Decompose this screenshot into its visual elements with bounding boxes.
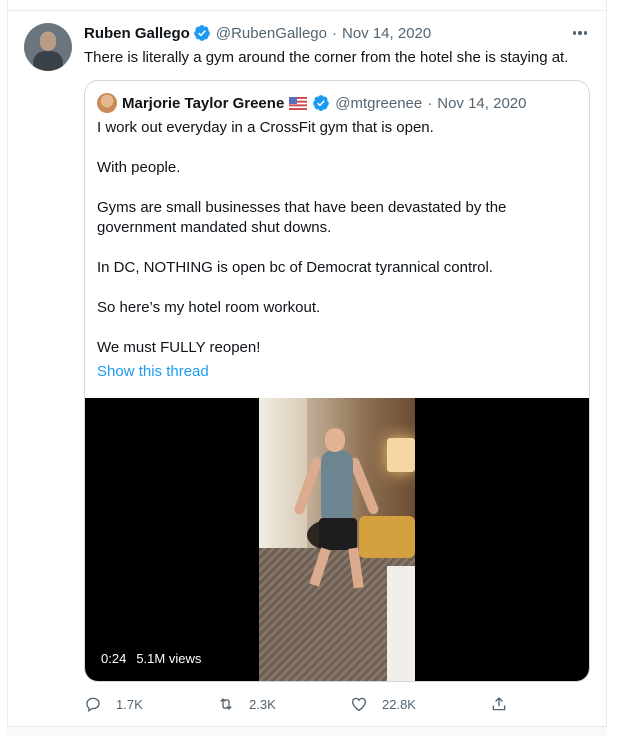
verified-badge-icon bbox=[312, 94, 330, 112]
more-options-icon[interactable] bbox=[570, 24, 590, 42]
video-player[interactable]: 0:24 5.1M views bbox=[85, 398, 589, 681]
top-divider bbox=[7, 10, 607, 11]
quoted-author-name: Marjorie Taylor Greene bbox=[122, 94, 285, 112]
header-separator: · bbox=[331, 24, 337, 42]
tweet-date[interactable]: Nov 14, 2020 bbox=[342, 25, 431, 42]
share-button[interactable] bbox=[490, 694, 508, 714]
tweet-actions: 1.7K 2.3K 22.8K bbox=[84, 694, 514, 714]
video-views: 5.1M views bbox=[136, 651, 202, 666]
quoted-paragraph: So here’s my hotel room workout. bbox=[97, 299, 321, 316]
reply-button[interactable]: 1.7K bbox=[84, 694, 143, 714]
like-count: 22.8K bbox=[382, 696, 416, 712]
quoted-header-separator: · bbox=[427, 94, 433, 112]
author-avatar[interactable] bbox=[24, 23, 72, 71]
quoted-author-handle: @mtgreenee bbox=[335, 94, 423, 112]
quoted-paragraph: Gyms are small businesses that have been… bbox=[97, 199, 507, 236]
quoted-tweet-header: Marjorie Taylor Greene @mtgreenee · Nov … bbox=[97, 93, 527, 113]
video-thumbnail bbox=[259, 398, 415, 681]
show-thread-link[interactable]: Show this thread bbox=[97, 362, 209, 382]
like-heart-icon bbox=[351, 697, 367, 712]
retweet-icon bbox=[220, 698, 232, 710]
us-flag-icon bbox=[289, 96, 308, 110]
reply-icon bbox=[86, 697, 100, 713]
video-meta: 0:24 5.1M views bbox=[101, 651, 201, 666]
video-duration: 0:24 bbox=[101, 651, 127, 666]
quoted-paragraph: We must FULLY reopen! bbox=[97, 339, 261, 356]
verified-badge-icon bbox=[193, 24, 211, 42]
retweet-button[interactable]: 2.3K bbox=[217, 694, 276, 714]
tweet-header: Ruben Gallego @RubenGallego · Nov 14, 20… bbox=[84, 24, 431, 42]
quoted-paragraph: With people. bbox=[97, 159, 181, 176]
retweet-count: 2.3K bbox=[249, 696, 276, 712]
author-name[interactable]: Ruben Gallego bbox=[84, 25, 190, 42]
bottom-divider bbox=[7, 726, 607, 736]
quoted-tweet-date: Nov 14, 2020 bbox=[437, 94, 527, 112]
quoted-paragraph: I work out everyday in a CrossFit gym th… bbox=[97, 119, 434, 136]
reply-count: 1.7K bbox=[116, 696, 143, 712]
tweet-text: There is literally a gym around the corn… bbox=[84, 49, 569, 66]
quoted-paragraph: In DC, NOTHING is open bc of Democrat ty… bbox=[97, 259, 493, 276]
like-button[interactable]: 22.8K bbox=[350, 694, 416, 714]
quoted-tweet[interactable]: Marjorie Taylor Greene @mtgreenee · Nov … bbox=[84, 80, 590, 682]
quoted-author-avatar bbox=[97, 93, 117, 113]
share-icon bbox=[492, 697, 506, 711]
author-handle[interactable]: @RubenGallego bbox=[216, 25, 327, 42]
